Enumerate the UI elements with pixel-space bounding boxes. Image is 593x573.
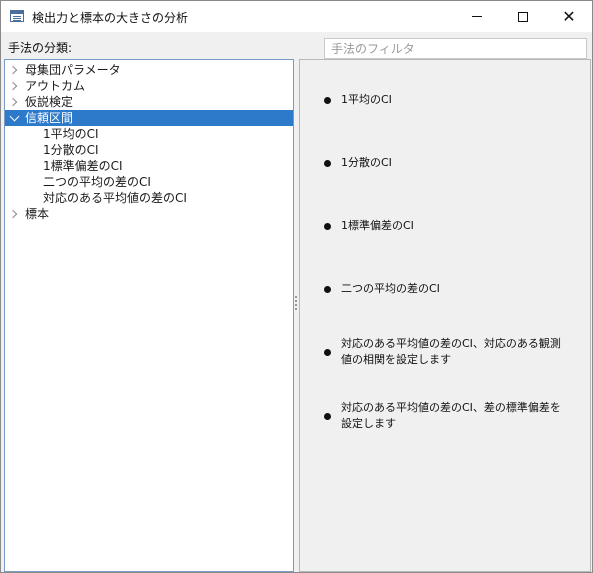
tree-child-label: 1平均のCI	[43, 127, 99, 141]
tree-item-outcome[interactable]: アウトカム	[5, 78, 293, 94]
close-icon: ✕	[562, 6, 576, 26]
bullet-icon	[324, 286, 331, 293]
bullet-icon	[324, 413, 331, 420]
minimize-icon	[472, 16, 482, 17]
window-title: 検出力と標本の大きさの分析	[32, 11, 189, 25]
close-button[interactable]: ✕	[546, 1, 592, 32]
tree-item-confidence-interval[interactable]: 信頼区間	[5, 110, 293, 126]
tree-child-one-sd-ci[interactable]: 1標準偏差のCI	[5, 158, 293, 174]
tree-child-one-variance-ci[interactable]: 1分散のCI	[5, 142, 293, 158]
method-list-item-label: 1分散のCI	[341, 156, 392, 169]
collapse-chevron-icon[interactable]	[8, 110, 20, 126]
expand-chevron-icon[interactable]	[8, 78, 20, 94]
pane-splitter-handle[interactable]	[295, 296, 298, 310]
method-filter-input[interactable]	[324, 38, 587, 59]
tree-item-sample[interactable]: 標本	[5, 206, 293, 222]
expand-chevron-icon[interactable]	[8, 94, 20, 110]
tree-item-label: アウトカム	[25, 79, 86, 93]
bullet-icon	[324, 349, 331, 356]
title-bar: 検出力と標本の大きさの分析 ✕	[1, 1, 592, 32]
tree-item-population-parameters[interactable]: 母集団パラメータ	[5, 62, 293, 78]
app-window-icon	[10, 10, 24, 22]
tree-item-hypothesis-test[interactable]: 仮説検定	[5, 94, 293, 110]
tree-child-two-means-diff-ci[interactable]: 二つの平均の差のCI	[5, 174, 293, 190]
bullet-icon	[324, 223, 331, 230]
tree-child-label: 対応のある平均値の差のCI	[43, 191, 187, 205]
method-category-tree: 母集団パラメータ アウトカム 仮説検定 信頼区間 1平均のCI 1分散のCI 1…	[4, 59, 294, 572]
tree-item-label: 母集団パラメータ	[25, 63, 121, 77]
method-list-item-label: 二つの平均の差のCI	[341, 282, 440, 295]
bullet-icon	[324, 160, 331, 167]
bullet-icon	[324, 97, 331, 104]
tree-child-label: 1標準偏差のCI	[43, 159, 123, 173]
expand-chevron-icon[interactable]	[8, 206, 20, 222]
tree-item-label: 信頼区間	[25, 111, 74, 125]
method-list-pane: 1平均のCI 1分散のCI 1標準偏差のCI 二つの平均の差のCI 対応のある平…	[299, 59, 591, 572]
maximize-button[interactable]	[500, 1, 546, 32]
tree-child-label: 二つの平均の差のCI	[43, 175, 151, 189]
tree-child-paired-diff-ci[interactable]: 対応のある平均値の差のCI	[5, 190, 293, 206]
tree-item-label: 標本	[25, 207, 50, 221]
tree-item-label: 仮説検定	[25, 95, 74, 109]
method-list-item-label: 1標準偏差のCI	[341, 219, 414, 232]
tree-child-one-mean-ci[interactable]: 1平均のCI	[5, 126, 293, 142]
method-list-item-label: 対応のある平均値の差のCI、差の標準偏差を設定します	[341, 401, 561, 430]
method-list-item-label: 対応のある平均値の差のCI、対応のある観測値の相関を設定します	[341, 337, 561, 366]
expand-chevron-icon[interactable]	[8, 62, 20, 78]
tree-child-label: 1分散のCI	[43, 143, 99, 157]
analysis-window: 検出力と標本の大きさの分析 ✕ 手法の分類: 母集団パラメータ アウトカム 仮説…	[0, 0, 593, 573]
method-category-label: 手法の分類:	[8, 41, 73, 55]
minimize-button[interactable]	[454, 1, 500, 32]
maximize-icon	[518, 11, 528, 22]
method-list-item-label: 1平均のCI	[341, 93, 392, 106]
